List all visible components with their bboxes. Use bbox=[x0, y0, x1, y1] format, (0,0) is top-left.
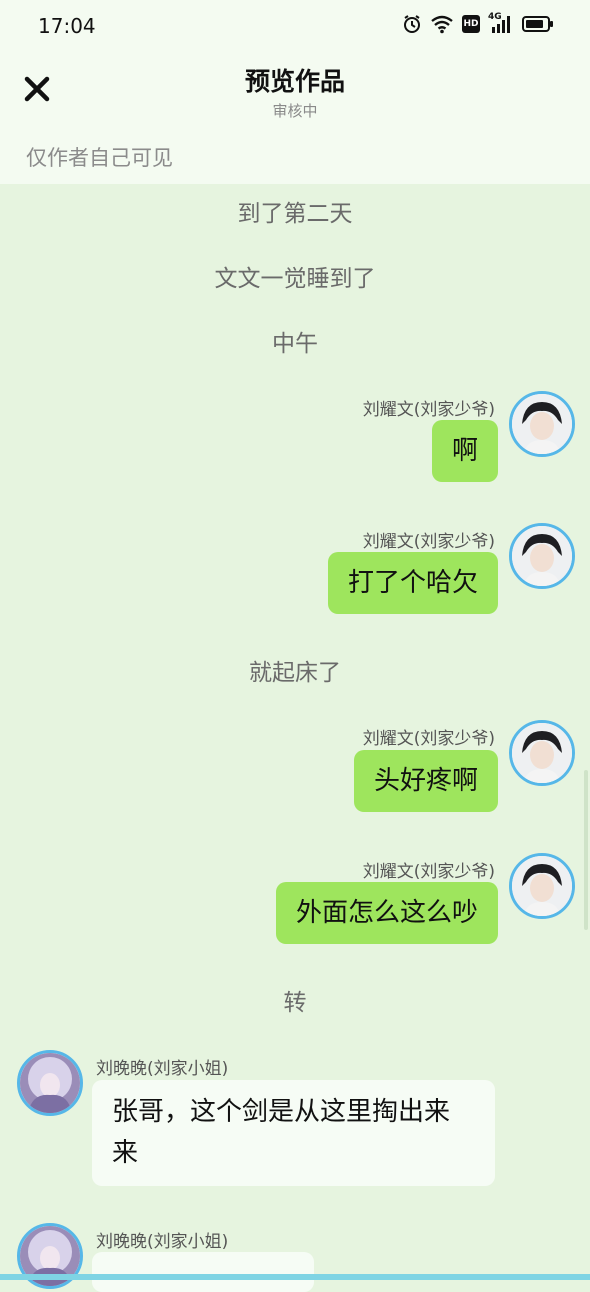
sender-name: 刘耀文(刘家少爷) bbox=[362, 729, 495, 749]
narration-text: 转 bbox=[283, 990, 307, 1016]
battery-icon bbox=[522, 16, 553, 32]
avatar[interactable] bbox=[509, 720, 575, 786]
message-bubble[interactable]: 外面怎么这么吵 bbox=[275, 882, 498, 944]
chat-feed[interactable]: 到了第二天 文文一觉睡到了 中午 刘耀文(刘家少爷) 啊 刘耀文(刘家少爷) 打… bbox=[0, 184, 590, 1292]
avatar-image bbox=[512, 394, 572, 454]
status-bar: 17:04 HD 4G bbox=[0, 0, 590, 52]
narration-text: 到了第二天 bbox=[237, 201, 353, 227]
avatar[interactable] bbox=[509, 391, 575, 457]
signal-4g-icon: 4G bbox=[488, 12, 514, 34]
message-text-line: 张哥，这个剑是从这里掏出来 bbox=[112, 1097, 451, 1127]
status-time: 17:04 bbox=[38, 14, 96, 38]
review-status: 审核中 bbox=[272, 102, 318, 120]
narration-text: 文文一觉睡到了 bbox=[214, 266, 376, 292]
hd-icon: HD bbox=[462, 15, 480, 33]
message-bubble[interactable]: 张哥，这个剑是从这里掏出来 来 bbox=[92, 1080, 495, 1186]
bottom-edge bbox=[0, 1274, 590, 1280]
alarm-icon bbox=[404, 15, 420, 33]
narration-text: 就起床了 bbox=[249, 660, 341, 686]
sender-name: 刘耀文(刘家少爷) bbox=[362, 400, 495, 420]
avatar[interactable] bbox=[509, 523, 575, 589]
avatar-image bbox=[20, 1053, 80, 1113]
message-bubble[interactable]: 头好疼啊 bbox=[353, 750, 498, 812]
avatar-image bbox=[512, 723, 572, 783]
avatar[interactable] bbox=[509, 853, 575, 919]
message-bubble[interactable] bbox=[92, 1252, 314, 1292]
message-bubble[interactable]: 啊 bbox=[431, 420, 498, 482]
narration-text: 中午 bbox=[272, 331, 318, 357]
header: 预览作品 审核中 仅作者自己可见 bbox=[0, 52, 590, 184]
status-icons: HD 4G bbox=[402, 12, 554, 34]
scrollbar[interactable] bbox=[584, 770, 588, 930]
visibility-note: 仅作者自己可见 bbox=[26, 146, 173, 170]
sender-name: 刘晚晚(刘家小姐) bbox=[96, 1232, 229, 1252]
sender-name: 刘耀文(刘家少爷) bbox=[362, 532, 495, 552]
page-title: 预览作品 bbox=[244, 67, 345, 96]
sender-name: 刘晚晚(刘家小姐) bbox=[96, 1059, 229, 1079]
message-text-line: 来 bbox=[112, 1138, 139, 1168]
avatar[interactable] bbox=[17, 1050, 83, 1116]
avatar-image bbox=[512, 526, 572, 586]
sender-name: 刘耀文(刘家少爷) bbox=[362, 862, 495, 882]
avatar-image bbox=[512, 856, 572, 916]
message-bubble[interactable]: 打了个哈欠 bbox=[327, 552, 498, 614]
wifi-icon bbox=[431, 15, 453, 34]
